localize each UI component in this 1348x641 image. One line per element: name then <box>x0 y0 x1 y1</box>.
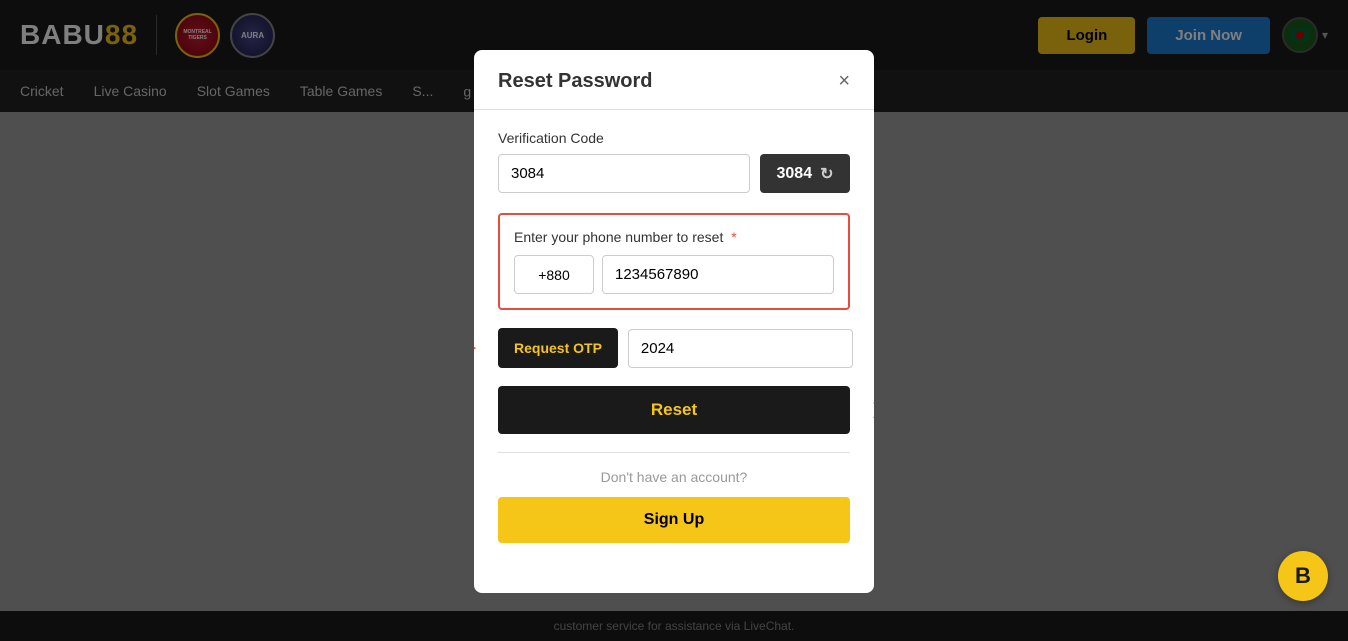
phone-number-input[interactable] <box>602 255 834 294</box>
no-account-text: Don't have an account? <box>498 469 850 485</box>
arrow-left-icon: ➤ <box>474 335 476 361</box>
phone-label: Enter your phone number to reset * <box>514 229 834 245</box>
signup-button[interactable]: Sign Up <box>498 497 850 543</box>
phone-section: Enter your phone number to reset * <box>498 213 850 310</box>
refresh-icon: ↻ <box>820 164 833 184</box>
modal-body: Verification Code 3084 ↻ Enter your phon… <box>474 110 874 563</box>
arrow-right-icon: ➤ <box>872 397 874 423</box>
request-otp-button[interactable]: Request OTP <box>498 328 618 368</box>
reset-btn-wrapper: Reset ➤ <box>498 386 850 434</box>
country-code-input[interactable] <box>514 255 594 294</box>
reset-password-modal: Reset Password × Verification Code 3084 … <box>474 50 874 593</box>
phone-row <box>514 255 834 294</box>
verification-input[interactable] <box>498 154 750 193</box>
captcha-code: 3084 <box>777 165 813 183</box>
divider <box>498 452 850 453</box>
otp-row: ➤ Request OTP <box>498 328 850 368</box>
floating-chat-button[interactable]: B <box>1278 551 1328 601</box>
verification-label: Verification Code <box>498 130 850 146</box>
verification-row: 3084 ↻ <box>498 154 850 193</box>
modal-title: Reset Password <box>498 70 653 93</box>
modal-header: Reset Password × <box>474 50 874 110</box>
otp-input[interactable] <box>628 329 853 368</box>
modal-close-button[interactable]: × <box>838 70 850 93</box>
captcha-display[interactable]: 3084 ↻ <box>760 154 850 193</box>
required-star: * <box>731 229 736 245</box>
floating-btn-label: B <box>1295 563 1311 589</box>
reset-button[interactable]: Reset <box>498 386 850 434</box>
